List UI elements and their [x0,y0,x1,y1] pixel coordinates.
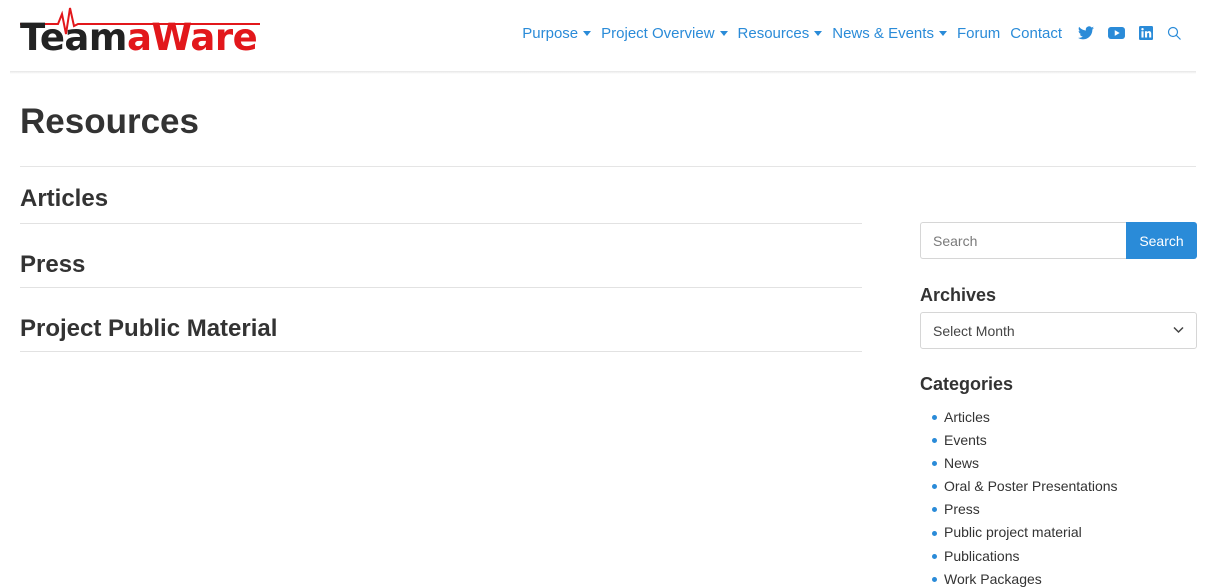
sidebar-search-button[interactable]: Search [1126,222,1197,259]
category-label: Oral & Poster Presentations [944,478,1118,495]
caret-down-icon [938,31,947,36]
nav-item-forum[interactable]: Forum [957,25,1000,42]
search-icon[interactable] [1167,26,1182,41]
bullet-icon [932,553,937,559]
sidebar-search-form: Search [920,222,1197,259]
teamaware-logo[interactable]: TeamaWare [20,6,260,62]
bullet-icon [932,530,937,536]
category-item[interactable]: Work Packages [932,568,1118,587]
category-label: Articles [944,409,990,425]
chevron-down-icon [1173,326,1184,334]
nav-label: Forum [956,24,1001,42]
nav-label: Purpose [522,24,579,42]
bullet-icon [932,576,937,582]
nav-item-contact[interactable]: Contact [1010,25,1062,42]
archives-month-select[interactable]: Select Month [920,312,1197,349]
section-project-public-material: Project Public Material [20,315,862,352]
linkedin-icon[interactable] [1139,26,1153,40]
section-articles: Articles [20,185,862,224]
section-press: Press [20,251,862,288]
category-label: Work Packages [944,570,1042,587]
site-header: TeamaWare Purpose Project Overview Resou… [0,0,1206,72]
category-label: News [944,455,980,472]
category-item[interactable]: Oral & Poster Presentations [932,475,1118,498]
bullet-icon [932,484,937,490]
nav-item-news-events[interactable]: News & Events [832,25,947,42]
category-item[interactable]: Press [932,498,1118,521]
youtube-icon[interactable] [1108,27,1125,39]
categories-title: Categories [920,374,1014,394]
nav-label: Contact [1010,24,1062,42]
sidebar-search-input[interactable] [920,222,1126,259]
nav-label: Resources [737,24,810,42]
nav-item-project-overview[interactable]: Project Overview [601,24,728,42]
category-item[interactable]: Public project material [932,521,1118,544]
category-label: Press [944,501,980,518]
nav-label: News & Events [832,24,934,42]
category-item[interactable]: Articles [932,406,1118,429]
caret-down-icon [719,31,728,36]
logo-text-team: Team [20,16,127,59]
bullet-icon [932,438,937,444]
bullet-icon [932,415,937,421]
logo-wordmark: TeamaWare [20,16,258,60]
bullet-icon [932,507,937,513]
section-title-press[interactable]: Press [20,251,862,279]
main-nav: Purpose Project Overview Resources News … [522,22,1196,44]
page-title: Resources [20,102,199,141]
archives-title: Archives [920,285,997,305]
category-item[interactable]: Events [932,429,1118,452]
section-title-project-public-material[interactable]: Project Public Material [20,315,862,343]
nav-label: Project Overview [601,24,715,42]
archives-select-value: Select Month [933,322,1015,339]
section-divider [20,287,862,288]
section-divider [20,223,862,224]
logo-text-aware: aWare [126,16,258,59]
caret-down-icon [583,31,592,36]
caret-down-icon [814,31,823,36]
bullet-icon [932,461,937,467]
nav-item-resources[interactable]: Resources [738,25,823,42]
section-title-articles[interactable]: Articles [20,185,862,213]
header-divider [10,71,1196,74]
category-label: Events [944,432,987,449]
category-label: Public project material [944,524,1082,541]
category-item[interactable]: News [932,452,1118,475]
categories-list: Articles Events News Oral & Poster Prese… [932,406,1118,587]
twitter-icon[interactable] [1078,26,1094,40]
title-divider [20,166,1196,167]
category-label: Publications [944,547,1020,564]
section-divider [20,351,862,352]
nav-item-purpose[interactable]: Purpose [522,24,592,42]
category-item[interactable]: Publications [932,545,1118,568]
